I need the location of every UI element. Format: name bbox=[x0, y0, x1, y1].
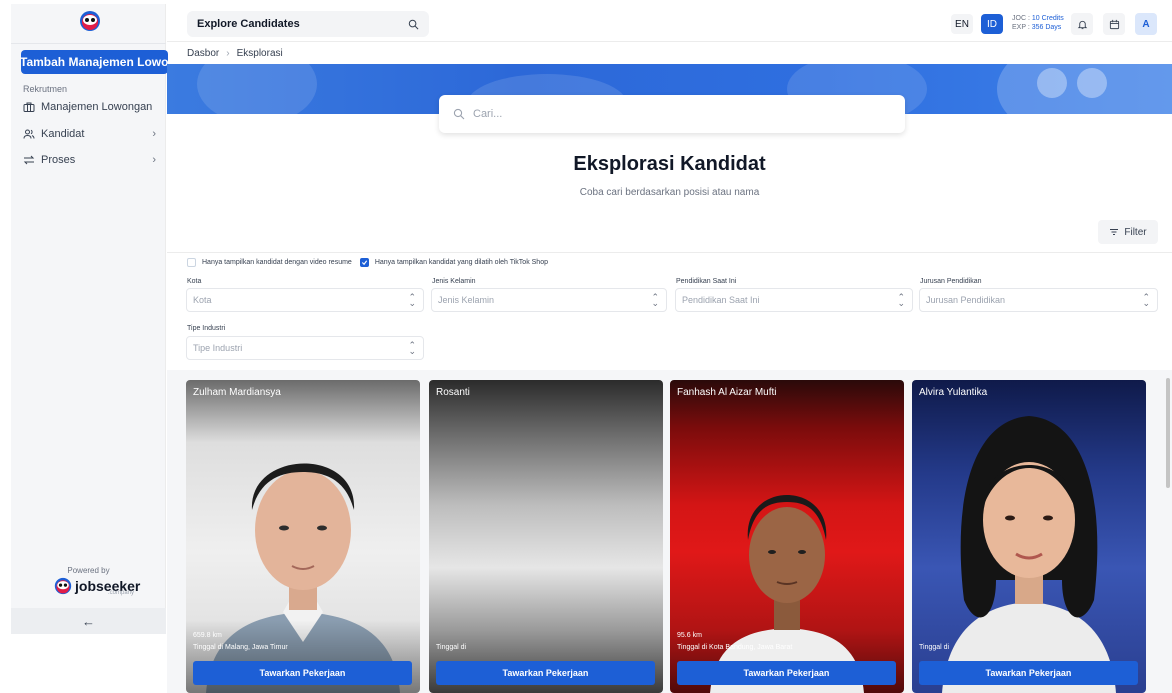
top-bar: Explore Candidates EN ID JOC : 10 Credit… bbox=[167, 4, 1172, 42]
candidate-name: Zulham Mardiansya bbox=[193, 387, 281, 398]
calendar-button[interactable] bbox=[1103, 13, 1125, 35]
exp-label: EXP : bbox=[1012, 24, 1030, 31]
select-arrows-icon: ⌃ ⌄ bbox=[651, 292, 659, 308]
select-arrows-icon: ⌃ ⌄ bbox=[408, 340, 416, 356]
chevron-right-icon: › bbox=[152, 154, 156, 166]
brand-subtext: .company bbox=[108, 590, 135, 596]
sidebar-item-label: Kandidat bbox=[41, 128, 85, 140]
city-label: Kota bbox=[187, 278, 202, 285]
explore-candidates-label: Explore Candidates bbox=[197, 18, 300, 30]
candidate-name: Rosanti bbox=[436, 387, 470, 398]
avatar[interactable]: A bbox=[1135, 13, 1157, 35]
exp-value: 356 Days bbox=[1031, 24, 1062, 31]
language-id-button[interactable]: ID bbox=[981, 14, 1003, 34]
gender-placeholder: Jenis Kelamin bbox=[438, 295, 495, 305]
sidebar-item-process[interactable]: Proses › bbox=[23, 150, 156, 170]
users-icon bbox=[23, 129, 35, 139]
recruitment-section-label: Rekrutmen bbox=[23, 84, 68, 94]
breadcrumb-exploration: Eksplorasi bbox=[236, 48, 283, 59]
banner-decoration bbox=[197, 64, 317, 114]
page-title: Eksplorasi Kandidat bbox=[573, 153, 766, 175]
video-resume-checkbox[interactable] bbox=[187, 258, 196, 267]
candidate-distance: 95.6 km bbox=[677, 632, 702, 639]
candidate-location: Tinggal di Kota Bandung, Jawa Barat bbox=[677, 644, 793, 651]
major-label: Jurusan Pendidikan bbox=[920, 278, 982, 285]
calendar-icon bbox=[1109, 19, 1119, 29]
tiktok-checkbox[interactable] bbox=[359, 258, 369, 267]
chevron-right-icon: › bbox=[152, 128, 156, 140]
offer-job-button[interactable]: Tawarkan Pekerjaan bbox=[919, 661, 1138, 685]
candidate-card[interactable]: Rosanti Tinggal di Tawarkan Pekerjaan bbox=[429, 380, 663, 693]
candidate-name: Alvira Yulantika bbox=[919, 387, 988, 398]
education-placeholder: Pendidikan Saat Ini bbox=[682, 295, 760, 305]
video-resume-label: Hanya tampilkan kandidat dengan video re… bbox=[202, 259, 352, 266]
industry-placeholder: Tipe Industri bbox=[193, 343, 243, 353]
breadcrumb: Dasbor › Eksplorasi bbox=[187, 48, 283, 59]
search-icon bbox=[408, 19, 419, 29]
candidate-search-input[interactable]: Cari... bbox=[439, 95, 905, 133]
joc-value: 10 Credits bbox=[1031, 15, 1064, 22]
search-placeholder: Cari... bbox=[473, 108, 503, 120]
joc-label: JOC : bbox=[1012, 15, 1030, 22]
jobseeker-logo-icon bbox=[54, 577, 72, 595]
industry-label: Tipe Industri bbox=[187, 325, 226, 332]
gender-label: Jenis Kelamin bbox=[432, 278, 476, 285]
candidate-distance: 659.8 km bbox=[193, 632, 222, 639]
explore-candidates-search[interactable]: Explore Candidates bbox=[187, 11, 429, 37]
candidate-location: Tinggal di bbox=[919, 644, 950, 651]
sidebar-item-job-management[interactable]: Manajemen Lowongan bbox=[23, 97, 156, 117]
notification-button[interactable] bbox=[1071, 13, 1093, 35]
banner-decoration bbox=[1037, 68, 1067, 98]
jobseeker-logo-icon[interactable] bbox=[79, 10, 101, 32]
filter-button[interactable]: Filter bbox=[1098, 220, 1158, 244]
arrow-left-icon: ← bbox=[82, 613, 95, 629]
page-subtitle: Coba cari berdasarkan posisi atau nama bbox=[579, 187, 760, 198]
search-icon bbox=[453, 108, 465, 120]
powered-by-text: Powered by bbox=[67, 566, 110, 575]
add-job-management-label: Tambah Manajemen Lowongan bbox=[21, 55, 168, 69]
check-icon bbox=[361, 260, 367, 266]
filter-checkboxes: Hanya tampilkan kandidat dengan video re… bbox=[187, 258, 548, 267]
candidate-name: Fanhash Al Aizar Mufti bbox=[677, 387, 777, 398]
education-select[interactable]: Pendidikan Saat Ini ⌃ ⌄ bbox=[675, 288, 913, 312]
collapse-sidebar-button[interactable]: ← bbox=[11, 608, 166, 634]
major-placeholder: Jurusan Pendidikan bbox=[926, 295, 1006, 305]
add-job-management-button[interactable]: Tambah Manajemen Lowongan bbox=[21, 50, 168, 74]
candidate-location: Tinggal di bbox=[436, 644, 467, 651]
swap-icon bbox=[23, 155, 35, 165]
candidate-location: Tinggal di Malang, Jawa Timur bbox=[193, 644, 288, 651]
select-arrows-icon: ⌃ ⌄ bbox=[897, 292, 905, 308]
offer-job-button[interactable]: Tawarkan Pekerjaan bbox=[193, 661, 412, 685]
candidate-card[interactable]: Alvira Yulantika Tinggal di Tawarkan Pek… bbox=[912, 380, 1146, 693]
city-placeholder: Kota bbox=[193, 295, 212, 305]
briefcase-icon bbox=[23, 102, 35, 112]
sidebar-item-label: Proses bbox=[41, 154, 76, 166]
sidebar-item-candidates[interactable]: Kandidat › bbox=[23, 124, 156, 144]
sidebar: Tambah Manajemen Lowongan Rekrutmen Mana… bbox=[11, 4, 168, 634]
language-en-button[interactable]: EN bbox=[951, 14, 973, 34]
industry-select[interactable]: Tipe Industri ⌃ ⌄ bbox=[186, 336, 424, 360]
candidate-card[interactable]: Fanhash Al Aizar Mufti 95.6 km Tinggal d… bbox=[670, 380, 904, 693]
banner-decoration bbox=[1077, 68, 1107, 98]
select-arrows-icon: ⌃ ⌄ bbox=[408, 292, 416, 308]
candidate-card[interactable]: Zulham Mardiansya 659.8 km Tinggal di Ma… bbox=[186, 380, 420, 693]
education-label: Pendidikan Saat Ini bbox=[676, 278, 737, 285]
credits-info: JOC : 10 Credits EXP : 356 Days bbox=[1012, 14, 1064, 32]
breadcrumb-separator-icon: › bbox=[226, 48, 230, 59]
offer-job-button[interactable]: Tawarkan Pekerjaan bbox=[677, 661, 896, 685]
sidebar-item-label: Manajemen Lowongan bbox=[41, 101, 153, 113]
tiktok-label: Hanya tampilkan kandidat yang dilatih ol… bbox=[374, 259, 548, 266]
sidebar-divider bbox=[11, 43, 166, 44]
filter-icon bbox=[1110, 229, 1119, 235]
breadcrumb-dashboard[interactable]: Dasbor bbox=[187, 48, 219, 59]
gender-select[interactable]: Jenis Kelamin ⌃ ⌄ bbox=[431, 288, 667, 312]
city-select[interactable]: Kota ⌃ ⌄ bbox=[186, 288, 424, 312]
filter-button-label: Filter bbox=[1124, 226, 1147, 238]
offer-job-button[interactable]: Tawarkan Pekerjaan bbox=[436, 661, 655, 685]
scrollbar[interactable] bbox=[1166, 378, 1170, 488]
bell-icon bbox=[1077, 20, 1087, 29]
select-arrows-icon: ⌃ ⌄ bbox=[1142, 292, 1150, 308]
major-select[interactable]: Jurusan Pendidikan ⌃ ⌄ bbox=[919, 288, 1158, 312]
